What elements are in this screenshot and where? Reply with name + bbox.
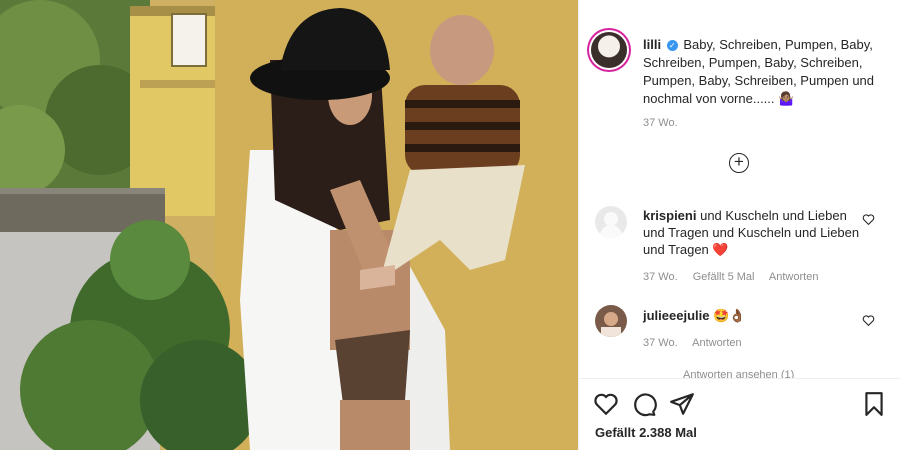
author-username[interactable]: lilli: [643, 37, 661, 52]
caption-emoji: 🤷🏽‍♀️: [778, 91, 795, 106]
post-photo[interactable]: [0, 0, 578, 450]
action-bar: Gefällt 2.388 Mal: [579, 378, 900, 450]
post-image: [0, 0, 578, 450]
reply-button[interactable]: Antworten: [692, 337, 742, 349]
author-avatar[interactable]: [591, 32, 627, 68]
reply-button[interactable]: Antworten: [769, 271, 819, 283]
comment-meta: 37 Wo. Antworten: [643, 337, 754, 349]
comment-emoji: ❤️: [712, 242, 729, 257]
comments-panel: lilli ✓ Baby, Schreiben, Pumpen, Baby, S…: [578, 0, 900, 450]
avatar-image: [601, 312, 621, 337]
share-icon[interactable]: [669, 391, 695, 417]
comment-2: julieeejulie 🤩👌🏾: [643, 307, 863, 324]
commenter-avatar[interactable]: [595, 305, 627, 337]
comment-icon[interactable]: [631, 391, 657, 417]
load-more-icon[interactable]: +: [729, 153, 749, 173]
comment-likes[interactable]: Gefällt 5 Mal: [693, 271, 755, 283]
post-caption: lilli ✓ Baby, Schreiben, Pumpen, Baby, S…: [643, 36, 875, 108]
commenter-username[interactable]: krispieni: [643, 208, 696, 223]
comment-meta: 37 Wo. Gefällt 5 Mal Antworten: [643, 271, 830, 283]
commenter-username[interactable]: julieeejulie: [643, 308, 709, 323]
avatar-image: [600, 212, 622, 238]
heart-icon[interactable]: [862, 213, 875, 226]
verified-icon: ✓: [666, 40, 678, 51]
comment-time[interactable]: 37 Wo.: [643, 337, 678, 349]
heart-icon[interactable]: [593, 391, 619, 417]
commenter-avatar[interactable]: [595, 206, 627, 238]
post-time[interactable]: 37 Wo.: [643, 117, 678, 129]
heart-icon[interactable]: [862, 314, 875, 327]
comment-1: krispieni und Kuscheln und Lieben und Tr…: [643, 207, 863, 258]
save-icon[interactable]: [861, 391, 887, 417]
like-count[interactable]: Gefällt 2.388 Mal: [595, 425, 697, 440]
comment-time[interactable]: 37 Wo.: [643, 271, 678, 283]
comment-emoji: 🤩👌🏾: [713, 308, 746, 323]
